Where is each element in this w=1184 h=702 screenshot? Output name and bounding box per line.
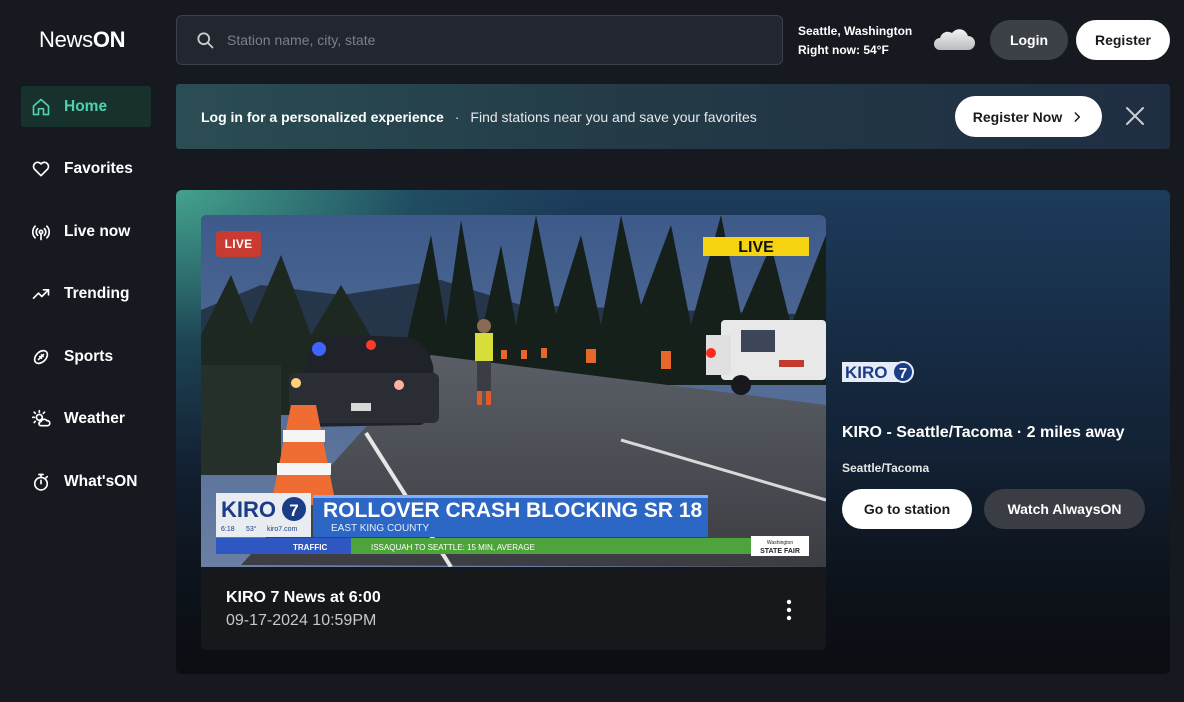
video-live-tag: LIVE xyxy=(738,239,774,256)
chyron-time: 6:18 xyxy=(221,526,235,533)
search-bar xyxy=(176,15,783,65)
login-promo-banner: Log in for a personalized experience · F… xyxy=(176,84,1170,149)
ticker-text: ISSAQUAH TO SEATTLE: 15 MIN, AVERAGE xyxy=(371,543,535,552)
heart-icon xyxy=(31,159,51,179)
banner-headline: Log in for a personalized experience xyxy=(201,108,444,125)
weather-location: Seattle, Washington xyxy=(798,24,913,38)
close-icon[interactable] xyxy=(1124,105,1146,127)
chyron-logo: KIRO xyxy=(221,497,276,522)
featured-hero: LIVE KIRO 7 6:18 53° kiro7.com ROLLOVER … xyxy=(176,190,1170,674)
station-logo: KIRO 7 xyxy=(842,360,916,384)
search-input[interactable] xyxy=(227,32,767,48)
sponsor-top: Washington xyxy=(767,540,793,546)
banner-separator: · xyxy=(454,108,460,125)
chyron-logo-number: 7 xyxy=(289,501,298,520)
football-icon xyxy=(31,347,51,367)
weather-temperature: Right now: 54°F xyxy=(798,43,889,57)
banner-description: Find stations near you and save your fav… xyxy=(470,108,757,125)
sidebar-item-label: Favorites xyxy=(64,160,133,177)
live-badge: LIVE xyxy=(216,231,261,257)
home-icon xyxy=(31,97,51,117)
video-thumbnail[interactable]: LIVE KIRO 7 6:18 53° kiro7.com ROLLOVER … xyxy=(201,215,826,567)
sidebar-item-weather[interactable]: Weather xyxy=(21,399,151,440)
search-icon xyxy=(195,30,227,50)
sponsor-name: STATE FAIR xyxy=(760,548,800,555)
watch-alwayson-button[interactable]: Watch AlwaysON xyxy=(984,489,1145,529)
chyron-site: kiro7.com xyxy=(267,526,298,533)
chyron-headline: ROLLOVER CRASH BLOCKING SR 18 xyxy=(323,499,703,522)
program-title: KIRO 7 News at 6:00 xyxy=(226,589,381,606)
sidebar-item-live-now[interactable]: Live now xyxy=(21,211,151,252)
stopwatch-icon xyxy=(31,472,51,492)
station-logo-number: 7 xyxy=(899,365,907,382)
chevron-right-icon xyxy=(1062,110,1084,124)
sidebar-item-sports[interactable]: Sports xyxy=(21,336,151,377)
sidebar-item-label: Weather xyxy=(64,410,125,427)
sidebar-nav: Home Favorites Live now Trending Sports … xyxy=(21,86,151,524)
sidebar-item-label: Sports xyxy=(64,347,114,365)
logo-text-on: ON xyxy=(92,27,126,52)
register-button[interactable]: Register xyxy=(1076,20,1170,60)
trending-icon xyxy=(31,284,51,304)
station-logo-text: KIRO xyxy=(845,363,888,382)
featured-video-card[interactable]: LIVE KIRO 7 6:18 53° kiro7.com ROLLOVER … xyxy=(201,215,826,650)
sidebar-item-whatson[interactable]: What'sON xyxy=(21,461,151,502)
sidebar-item-label: Live now xyxy=(64,222,131,240)
weather-sun-cloud-icon xyxy=(31,409,51,429)
sidebar-item-favorites[interactable]: Favorites xyxy=(21,149,151,190)
go-to-station-button[interactable]: Go to station xyxy=(842,489,972,529)
ticker-label: TRAFFIC xyxy=(293,543,327,552)
login-button[interactable]: Login xyxy=(990,20,1068,60)
broadcast-icon xyxy=(31,222,51,242)
newson-logo[interactable]: NewsON xyxy=(39,27,126,53)
more-options-icon[interactable] xyxy=(779,599,799,621)
program-timestamp: 09-17-2024 10:59PM xyxy=(226,612,377,629)
station-city: Seattle/Tacoma xyxy=(842,461,930,475)
sidebar-item-home[interactable]: Home xyxy=(21,86,151,127)
register-now-label: Register Now xyxy=(972,108,1063,125)
station-name: KIRO - Seattle/Tacoma · 2 miles away xyxy=(842,424,1125,441)
weather-info: Seattle, Washington Right now: 54°F xyxy=(798,22,912,60)
chyron-temp: 53° xyxy=(246,525,257,533)
sidebar-item-trending[interactable]: Trending xyxy=(21,274,151,315)
program-info: KIRO 7 News at 6:00 09-17-2024 10:59PM xyxy=(226,589,381,630)
logo-text-news: News xyxy=(39,27,93,52)
chyron-subheadline: EAST KING COUNTY xyxy=(331,523,429,534)
sidebar-item-label: What'sON xyxy=(64,472,138,490)
cloud-icon xyxy=(932,28,976,52)
sidebar-item-label: Home xyxy=(64,97,108,115)
sidebar-item-label: Trending xyxy=(64,285,130,302)
register-now-button[interactable]: Register Now xyxy=(955,96,1102,137)
